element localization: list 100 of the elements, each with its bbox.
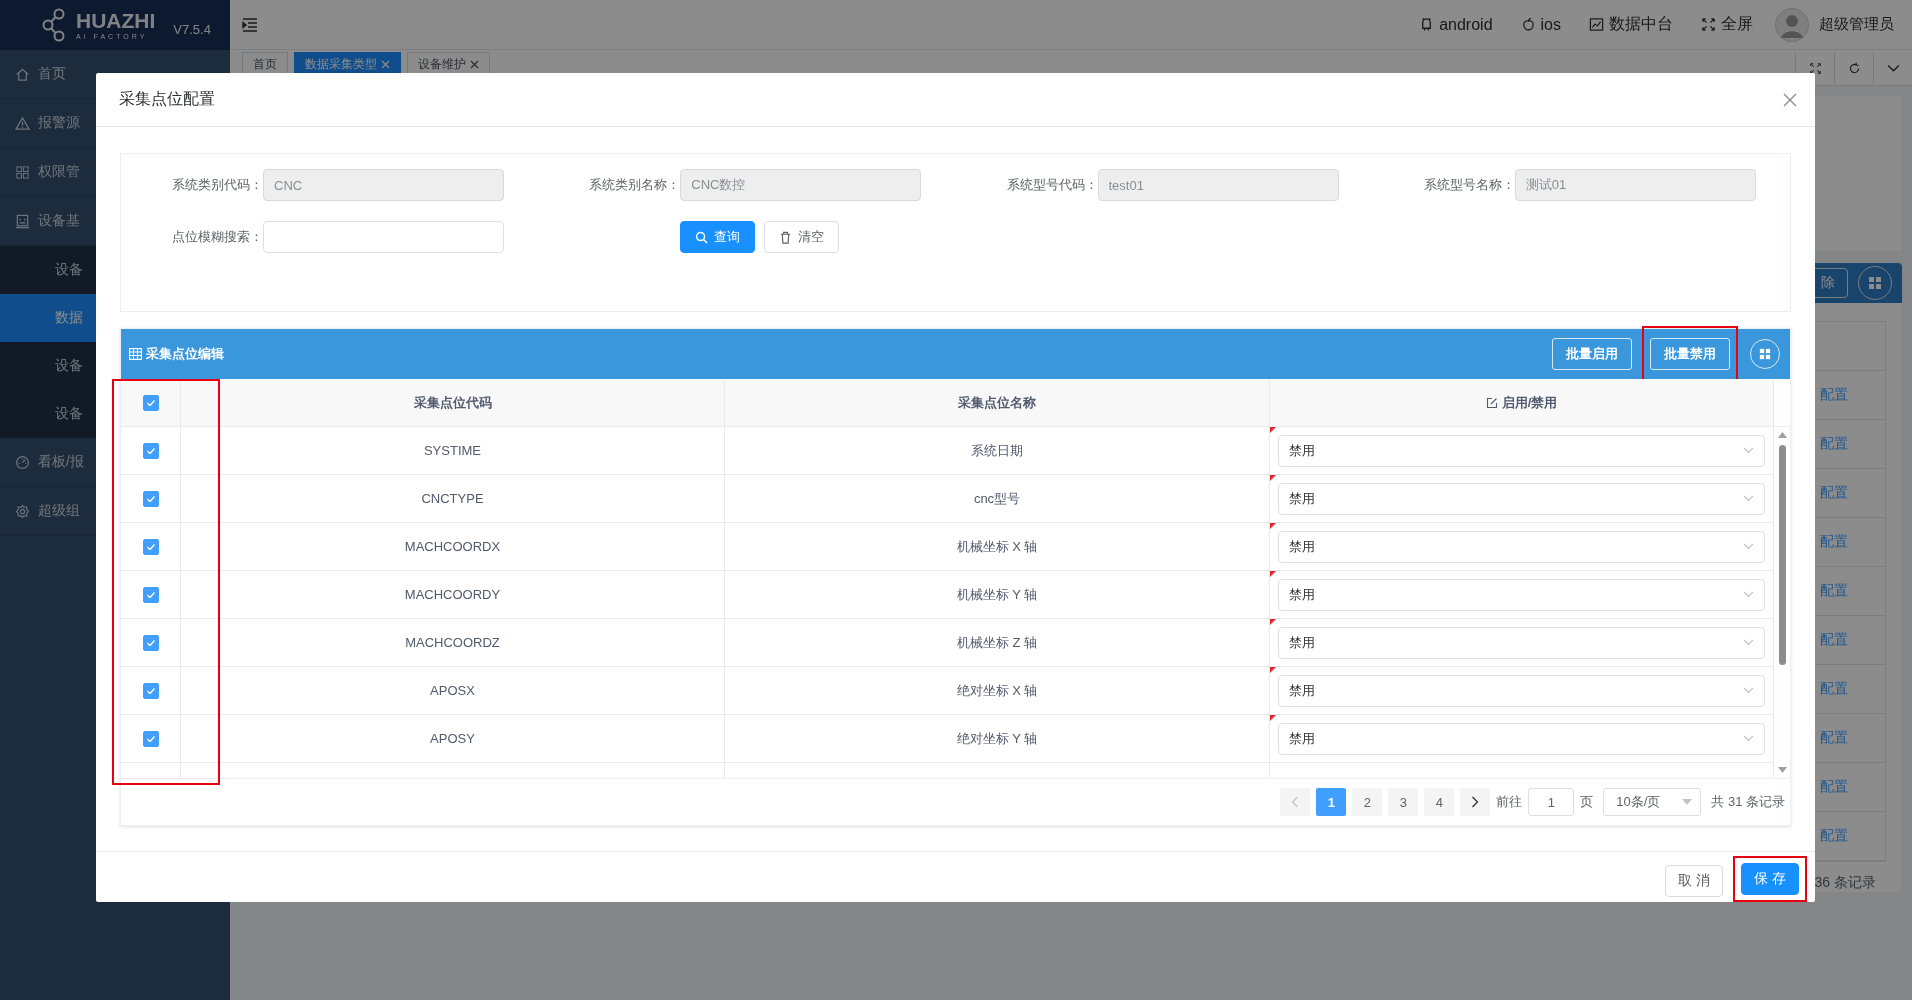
gear-icon xyxy=(15,503,30,519)
table-cell: MACHCOORDX xyxy=(181,523,725,571)
check-icon xyxy=(145,445,156,456)
status-select[interactable]: 禁用 xyxy=(1278,434,1765,467)
row-checkbox[interactable] xyxy=(142,730,159,747)
next-page-button[interactable] xyxy=(1460,788,1491,816)
table-cell: 机械坐标 Z 轴 xyxy=(725,619,1270,667)
table-cell: SYSTIME xyxy=(181,427,725,475)
check-icon xyxy=(145,493,156,504)
config-link[interactable]: 配置 xyxy=(1820,631,1848,649)
row-checkbox[interactable] xyxy=(142,682,159,699)
warning-icon xyxy=(15,115,30,131)
page-tab[interactable]: 设备维护 xyxy=(407,52,490,76)
save-button[interactable]: 保 存 xyxy=(1741,863,1799,895)
edit-icon xyxy=(1485,396,1498,409)
page-button[interactable]: 4 xyxy=(1424,788,1455,816)
total-count: 36 条记录 xyxy=(1814,874,1876,890)
close-icon[interactable] xyxy=(1783,92,1797,107)
chevron-icon xyxy=(1743,591,1754,598)
page-tab[interactable]: 数据采集类型 xyxy=(294,52,401,76)
chevron-icon xyxy=(1743,447,1754,454)
field-label: 系统类别代码： xyxy=(171,176,263,194)
clear-button[interactable]: 清空 xyxy=(764,221,840,253)
close-icon[interactable] xyxy=(470,59,479,69)
row-checkbox[interactable] xyxy=(142,634,159,651)
select-all-checkbox[interactable] xyxy=(142,394,159,411)
status-select[interactable]: 禁用 xyxy=(1278,674,1765,707)
dashboard-icon xyxy=(15,454,30,470)
table-cell: 系统日期 xyxy=(725,427,1270,475)
trash-icon xyxy=(779,230,793,244)
check-icon xyxy=(145,685,156,696)
grid-icon xyxy=(1759,348,1771,360)
batch-button[interactable]: 批量启用 xyxy=(1552,338,1632,370)
batch-button[interactable]: 批量禁用 xyxy=(1650,338,1730,370)
page-size-select[interactable]: 10条/页 xyxy=(1603,788,1702,816)
config-link[interactable]: 配置 xyxy=(1820,386,1848,404)
user-name[interactable]: 超级管理员 xyxy=(1819,15,1894,34)
table-cell: 机械坐标 X 轴 xyxy=(725,523,1270,571)
row-checkbox[interactable] xyxy=(142,490,159,507)
status-select[interactable]: 禁用 xyxy=(1278,722,1765,755)
config-link[interactable]: 配置 xyxy=(1820,680,1848,698)
status-select[interactable]: 禁用 xyxy=(1278,626,1765,659)
row-checkbox[interactable] xyxy=(142,586,159,603)
table-cell: cnc型号 xyxy=(725,475,1270,523)
page-button[interactable]: 3 xyxy=(1388,788,1419,816)
status-select[interactable]: 禁用 xyxy=(1278,530,1765,563)
field-label: 系统型号名称： xyxy=(1422,176,1515,194)
scroll-down-icon[interactable] xyxy=(1777,767,1787,773)
scroll-up-icon[interactable] xyxy=(1777,432,1787,438)
chevron-icon xyxy=(1743,735,1754,742)
status-select[interactable]: 禁用 xyxy=(1278,578,1765,611)
version-label: V7.5.4 xyxy=(173,21,211,37)
field-label: 系统型号代码： xyxy=(1005,176,1098,194)
avatar-icon[interactable] xyxy=(1775,7,1809,42)
header-link[interactable]: android xyxy=(1419,15,1493,34)
goto-label: 前往 xyxy=(1496,793,1523,811)
scrollbar-thumb[interactable] xyxy=(1778,445,1786,665)
dialog-title: 采集点位配置 xyxy=(119,89,215,109)
monitor-icon xyxy=(15,213,30,229)
chevron-left-icon xyxy=(1291,796,1300,808)
config-link[interactable]: 配置 xyxy=(1820,533,1848,551)
chevron-icon xyxy=(1743,543,1754,550)
page-number-field[interactable]: 1 xyxy=(1528,788,1575,816)
table-cell: MACHCOORDY xyxy=(181,571,725,619)
config-link[interactable]: 配置 xyxy=(1820,435,1848,453)
page-unit-label: 页 xyxy=(1580,793,1594,811)
refresh-icon xyxy=(1847,61,1861,75)
page-tab[interactable]: 首页 xyxy=(242,52,288,76)
logo-name: HUAZHI xyxy=(76,10,156,31)
menu-icon[interactable] xyxy=(242,17,258,32)
table-cell: 绝对坐标 X 轴 xyxy=(725,667,1270,715)
caret-icon xyxy=(1682,799,1693,805)
config-link[interactable]: 配置 xyxy=(1820,484,1848,502)
table-cell: APOSX xyxy=(181,667,725,715)
chart-icon xyxy=(1589,17,1604,32)
config-link[interactable]: 配置 xyxy=(1820,778,1848,796)
chevron-right-icon xyxy=(1471,796,1480,808)
config-link[interactable]: 配置 xyxy=(1820,827,1848,845)
config-link[interactable]: 配置 xyxy=(1820,729,1848,747)
header-link[interactable]: 全屏 xyxy=(1701,14,1753,35)
header-link[interactable]: 数据中台 xyxy=(1589,14,1673,35)
status-select[interactable]: 禁用 xyxy=(1278,482,1765,515)
query-button[interactable]: 查询 xyxy=(680,221,756,253)
field-label: 系统类别名称： xyxy=(588,176,681,194)
header-link[interactable]: ios xyxy=(1520,15,1561,34)
page-button[interactable]: 2 xyxy=(1352,788,1383,816)
page-button[interactable]: 1 xyxy=(1316,788,1347,816)
config-link[interactable]: 配置 xyxy=(1820,582,1848,600)
cancel-button[interactable]: 取 消 xyxy=(1665,865,1724,897)
row-checkbox[interactable] xyxy=(142,442,159,459)
chevron-icon xyxy=(1743,639,1754,646)
column-header: 采集点位名称 xyxy=(725,379,1270,427)
check-icon xyxy=(145,637,156,648)
search-field[interactable] xyxy=(263,221,504,253)
apple-icon xyxy=(1520,17,1536,32)
table-icon xyxy=(129,348,142,360)
chevron-icon xyxy=(1743,687,1754,694)
row-checkbox[interactable] xyxy=(142,538,159,555)
chevron-icon xyxy=(1743,495,1754,502)
home-icon xyxy=(15,66,30,82)
